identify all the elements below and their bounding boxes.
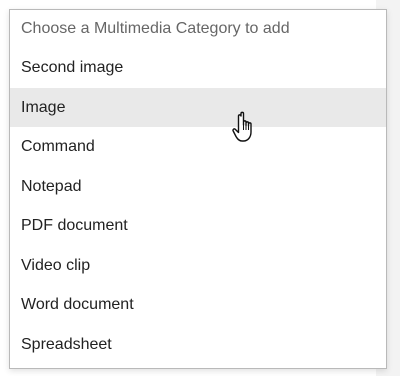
option-pdf-document[interactable]: PDF document [10, 206, 386, 246]
multimedia-category-dropdown[interactable]: Choose a Multimedia Category to add Seco… [9, 9, 387, 369]
option-command[interactable]: Command [10, 127, 386, 167]
option-word-document[interactable]: Word document [10, 285, 386, 325]
option-second-image[interactable]: Second image [10, 48, 386, 88]
option-spreadsheet[interactable]: Spreadsheet [10, 325, 386, 365]
option-image[interactable]: Image [10, 87, 386, 127]
dropdown-placeholder-option[interactable]: Choose a Multimedia Category to add [10, 10, 386, 48]
option-video-clip[interactable]: Video clip [10, 246, 386, 286]
option-notepad[interactable]: Notepad [10, 167, 386, 207]
